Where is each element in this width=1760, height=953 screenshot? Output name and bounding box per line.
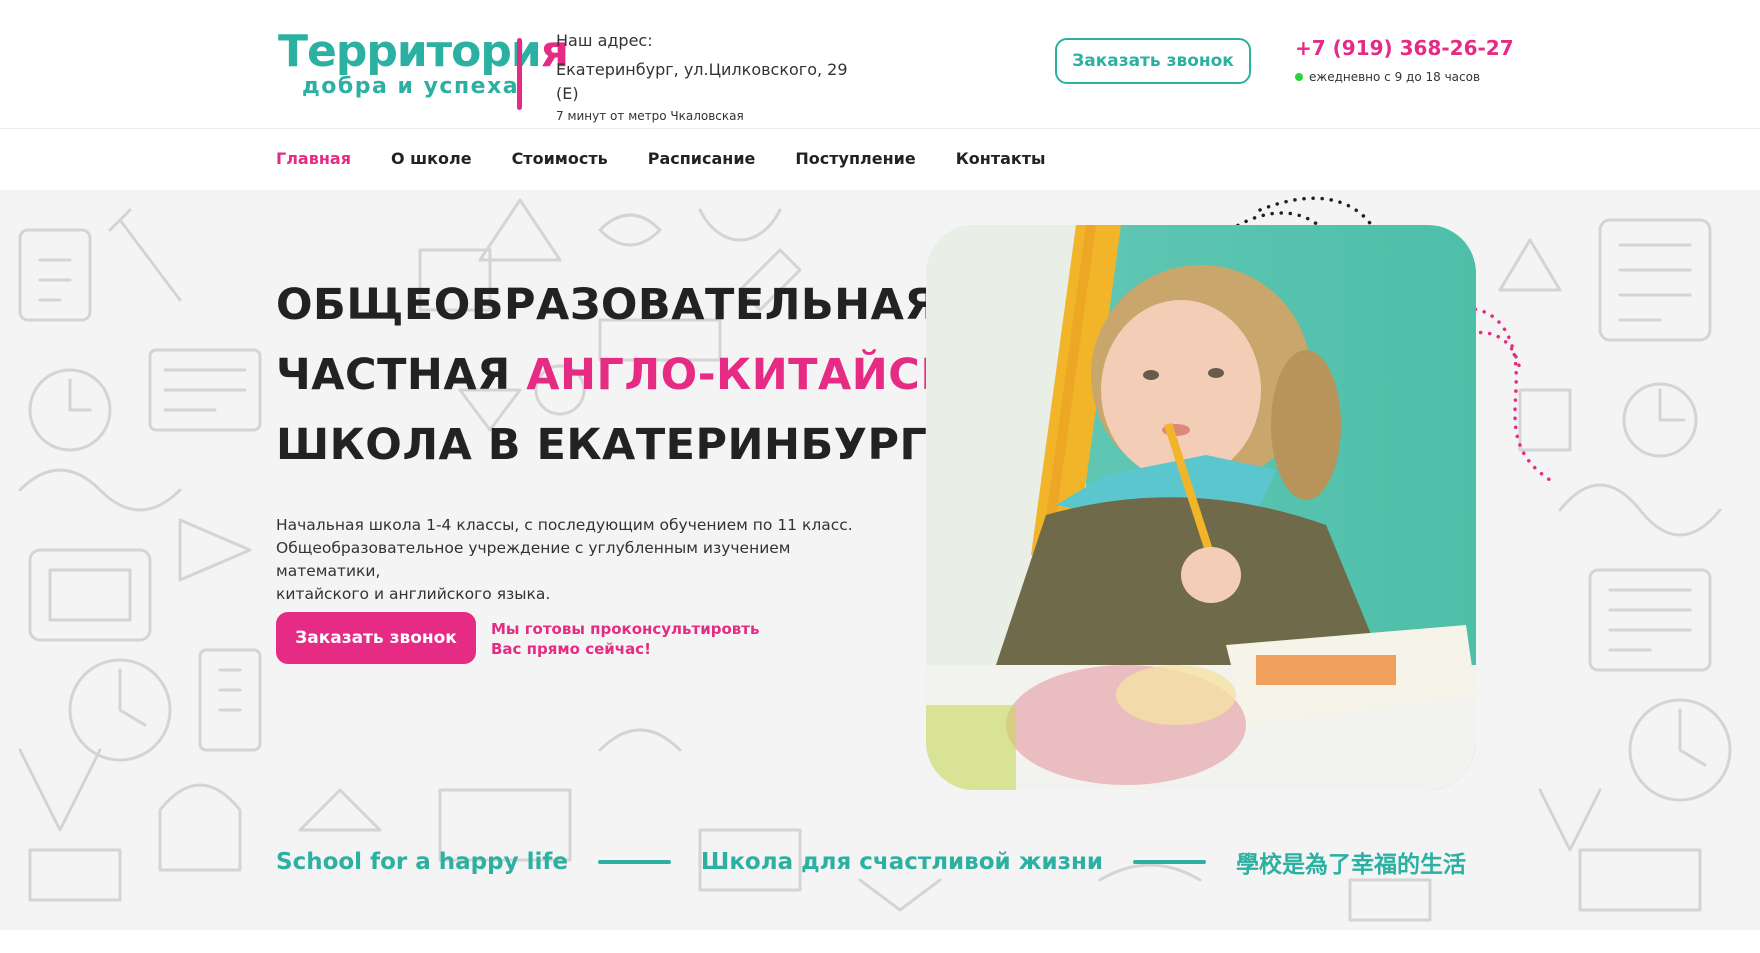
- consult-line-2: Вас прямо сейчас!: [491, 640, 651, 658]
- slogan-divider: [1133, 860, 1206, 864]
- description-line: Начальная школа 1-4 классы, с последующи…: [276, 516, 853, 534]
- working-hours: ежедневно с 9 до 18 часов: [1295, 70, 1480, 84]
- online-status-dot-icon: [1295, 73, 1303, 81]
- main-nav: Главная О школе Стоимость Расписание Пос…: [276, 148, 1086, 170]
- hero-callback-button[interactable]: Заказать звонок: [276, 612, 476, 664]
- slogan-english: School for a happy life: [276, 849, 568, 875]
- address-label: Наш адрес:: [556, 31, 653, 50]
- headline-line-3: ШКОЛА В ЕКАТЕРИНБУРГЕ: [276, 420, 958, 470]
- address-metro: 7 минут от метро Чкаловская: [556, 109, 744, 123]
- logo-accent-bar: [517, 38, 522, 110]
- headline-line-2-dark: ЧАСТНАЯ: [276, 350, 527, 400]
- logo-title: Территория: [278, 26, 569, 77]
- description-line: китайского и английского языка.: [276, 585, 551, 603]
- nav-item-admission[interactable]: Поступление: [795, 148, 915, 170]
- callback-button[interactable]: Заказать звонок: [1055, 38, 1251, 84]
- headline-line-1: ОБЩЕОБРАЗОВАТЕЛЬНАЯ: [276, 280, 939, 330]
- address-block: Наш адрес: Екатеринбург, ул.Цилковского,…: [556, 30, 856, 124]
- site-header: Территория добра и успеха Наш адрес: Ека…: [0, 0, 1760, 129]
- consult-line-1: Мы готовы проконсультировть: [491, 620, 760, 638]
- consult-note: Мы готовы проконсультировть Вас прямо се…: [491, 619, 759, 659]
- nav-item-schedule[interactable]: Расписание: [648, 148, 756, 170]
- working-hours-text: ежедневно с 9 до 18 часов: [1309, 70, 1481, 84]
- nav-item-about[interactable]: О школе: [391, 148, 472, 170]
- slogan-russian: Школа для счастливой жизни: [700, 849, 1104, 875]
- address-street: Екатеринбург, ул.Цилковского, 29 (Е): [556, 60, 848, 103]
- slogan-strip: School for a happy life Школа для счастл…: [276, 842, 1466, 882]
- logo-subtitle: добра и успеха: [302, 74, 520, 99]
- phone-link[interactable]: +7 (919) 368-26-27: [1295, 36, 1514, 60]
- girl-with-pencil-image: [926, 225, 1476, 790]
- hero-description: Начальная школа 1-4 классы, с последующи…: [276, 514, 876, 606]
- slogan-chinese: 學校是為了幸福的生活: [1235, 852, 1466, 878]
- nav-item-home[interactable]: Главная: [276, 148, 351, 170]
- hero-headline: ОБЩЕОБРАЗОВАТЕЛЬНАЯ ЧАСТНАЯ АНГЛО-КИТАЙС…: [276, 270, 1023, 480]
- nav-item-contacts[interactable]: Контакты: [956, 148, 1046, 170]
- hero-photo: [926, 225, 1476, 790]
- nav-item-pricing[interactable]: Стоимость: [512, 148, 608, 170]
- slogan-divider: [597, 860, 671, 864]
- logo[interactable]: Территория добра и успеха: [278, 26, 569, 110]
- description-line: Общеобразовательное учреждение с углубле…: [276, 539, 791, 580]
- headline-line-2: ЧАСТНАЯ АНГЛО-КИТАЙСКАЯ: [276, 340, 1023, 410]
